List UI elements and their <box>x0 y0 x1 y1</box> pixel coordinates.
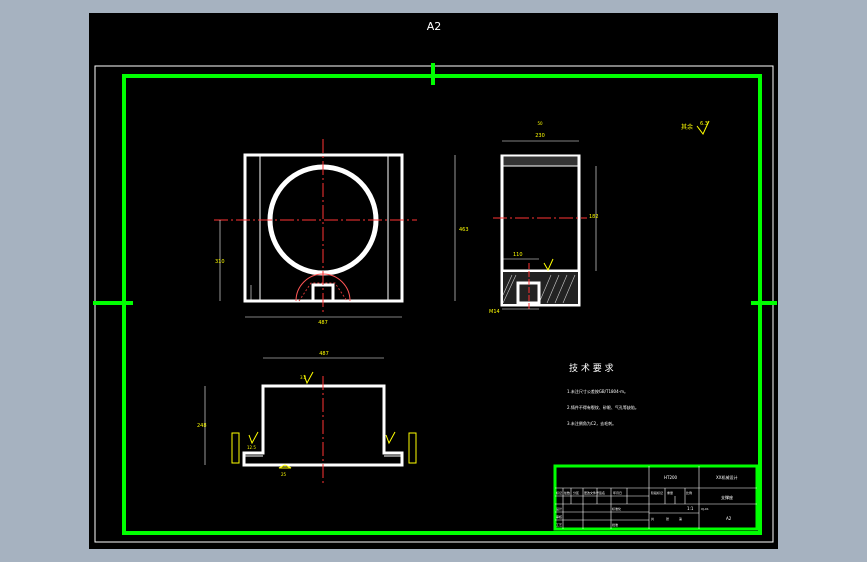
rough-b: 3.2 <box>300 375 307 380</box>
drawing-canvas[interactable]: A2 其余 6.3 487 463 310 230 50 182 110 M14… <box>89 13 778 549</box>
tb-label-3: 更改文件号 <box>584 490 599 495</box>
dim-front-width: 487 <box>318 320 328 326</box>
tb-label-6: 设计 <box>556 506 562 511</box>
plan-view: 487 248 12.5 3.2 25 <box>197 351 417 483</box>
cad-drawing: A2 其余 6.3 487 463 310 230 50 182 110 M14… <box>93 20 777 543</box>
tb-part-name: 支撑座 <box>721 494 733 500</box>
dim-side-width: 230 <box>535 133 545 139</box>
dim-side-small: 110 <box>513 252 523 258</box>
tb-label-11: 阶段标记 <box>651 490 663 495</box>
tb-label-9: 工艺 <box>556 522 562 527</box>
title-block: HT200 XX机械设计 支撑座 A2 1:1 XJ-01 标记 处数 分区 更… <box>553 464 759 531</box>
dim-front-left: 310 <box>215 259 225 265</box>
tb-label-14: 共 <box>651 516 654 521</box>
dim-side-top: 50 <box>537 121 543 126</box>
tb-sheet: A2 <box>726 516 732 521</box>
tb-label-2: 分区 <box>573 490 579 495</box>
outer-frame <box>94 65 774 543</box>
tech-item-1: 1.未注尺寸公差按GB/T1804-m。 <box>567 388 628 394</box>
dim-side-bottom: M14 <box>489 309 500 315</box>
tb-label-8: 审核 <box>556 514 562 519</box>
tb-material: HT200 <box>664 475 678 480</box>
dim-side-height: 182 <box>589 214 599 220</box>
roughness-note: 其余 <box>681 123 693 131</box>
tb-scale: 1:1 <box>687 506 694 511</box>
tb-label-12: 重量 <box>667 490 673 495</box>
tb-label-15: 张 <box>666 516 669 521</box>
tb-org: XX机械设计 <box>716 474 737 480</box>
sheet-size-label: A2 <box>427 20 442 33</box>
front-view: 487 463 310 <box>214 139 469 326</box>
tb-label-5: 年月日 <box>613 490 622 495</box>
tb-label-4: 签名 <box>599 490 605 495</box>
tech-item-2: 2.铸件不得有裂纹、砂眼、气孔等缺陷。 <box>567 404 639 410</box>
tb-label-16: 第 <box>679 516 682 521</box>
rough-c: 25 <box>281 472 287 477</box>
tb-label-7: 标准化 <box>612 506 621 511</box>
side-view: 230 50 182 110 M14 <box>489 121 599 315</box>
tb-label-10: 批准 <box>612 522 618 527</box>
dim-front-height: 463 <box>459 227 469 233</box>
dim-plan-height: 248 <box>197 423 207 429</box>
tb-label-13: 比例 <box>686 490 692 495</box>
rough-a: 12.5 <box>247 445 256 450</box>
inner-frame <box>122 74 762 535</box>
tech-item-3: 3.未注倒角为C2，去毛刺。 <box>567 420 616 426</box>
tb-drawing-no: XJ-01 <box>701 507 709 511</box>
dim-plan-width: 487 <box>319 351 329 357</box>
tech-title: 技 术 要 求 <box>569 362 614 374</box>
tb-label-0: 标记 <box>556 490 562 495</box>
tb-label-1: 处数 <box>564 490 570 495</box>
